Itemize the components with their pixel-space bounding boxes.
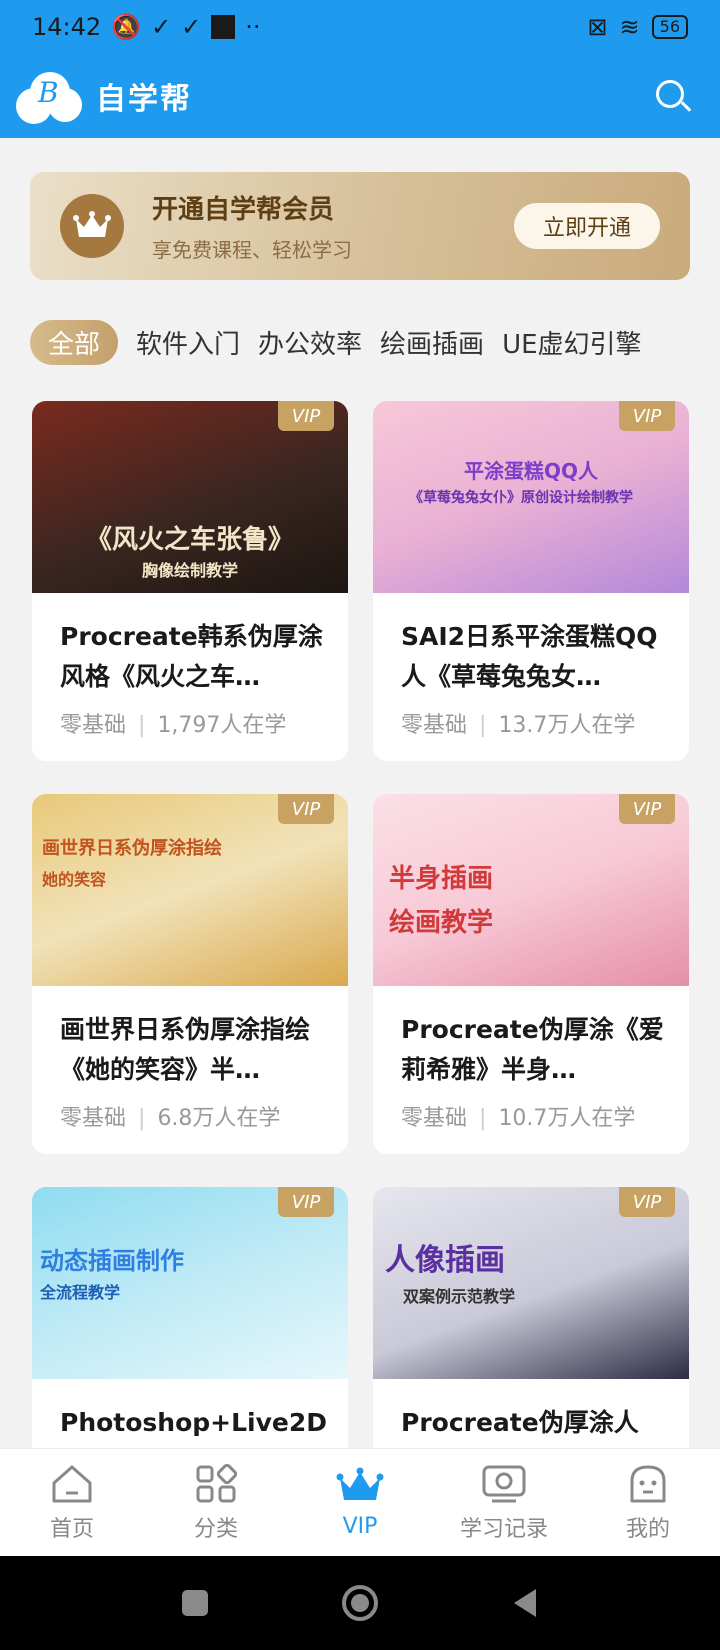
course-level: 零基础 bbox=[60, 713, 127, 738]
course-thumbnail: 人像插画 双案例示范教学 VIP bbox=[373, 1187, 689, 1379]
system-nav-bar bbox=[0, 1556, 720, 1650]
course-meta: 零基础 | 6.8万人在学 bbox=[60, 1106, 281, 1131]
crown-icon bbox=[60, 194, 124, 258]
search-icon[interactable] bbox=[652, 76, 692, 116]
course-thumbnail: 画世界日系伪厚涂指绘 她的笑容 VIP bbox=[32, 794, 348, 986]
thumb-caption: 动态插画制作 bbox=[40, 1247, 184, 1275]
course-card[interactable]: 画世界日系伪厚涂指绘 她的笑容 VIP 画世界日系伪厚涂指绘《她的笑容》半… 零… bbox=[32, 794, 348, 1154]
check-icon: ✓ bbox=[151, 13, 172, 41]
course-title: Photoshop+Live2D bbox=[60, 1408, 328, 1437]
thumb-subcaption: 全流程教学 bbox=[40, 1283, 121, 1302]
course-card[interactable]: 半身插画 绘画教学 VIP Procreate伪厚涂《爱莉希雅》半身… 零基础 |… bbox=[373, 794, 689, 1154]
thumb-subcaption: 《草莓兔兔女仆》原创设计绘制教学 bbox=[409, 490, 633, 506]
vip-badge: VIP bbox=[278, 401, 334, 431]
status-time: 14:42 bbox=[32, 13, 102, 41]
course-level: 零基础 bbox=[60, 1106, 127, 1131]
course-learners: 1,797人在学 bbox=[157, 713, 287, 738]
category-tabs: 全部 软件入门 办公效率 绘画插画 UE虚幻引擎 bbox=[30, 318, 642, 366]
course-level: 零基础 bbox=[401, 1106, 468, 1131]
vip-badge: VIP bbox=[278, 1187, 334, 1217]
course-thumbnail: 半身插画 绘画教学 VIP bbox=[373, 794, 689, 986]
banner-subtitle: 享免费课程、轻松学习 bbox=[152, 238, 352, 262]
course-title: Procreate韩系伪厚涂风格《风火之车… bbox=[60, 622, 323, 691]
banner-title: 开通自学帮会员 bbox=[152, 195, 335, 225]
thumb-subcaption: 绘画教学 bbox=[389, 908, 494, 938]
nav-history-label: 学习记录 bbox=[459, 1516, 548, 1542]
nav-profile-label: 我的 bbox=[625, 1516, 670, 1542]
thumb-subcaption: 双案例示范教学 bbox=[403, 1287, 516, 1306]
bottom-nav: 首页 分类 VIP 学习记录 我的 bbox=[0, 1448, 720, 1556]
app-bar: B 自学帮 bbox=[0, 64, 720, 128]
mute-icon: 🔕 bbox=[111, 13, 142, 41]
category-icon bbox=[196, 1463, 238, 1502]
nav-vip[interactable]: VIP bbox=[288, 1449, 432, 1556]
thumb-caption: 平涂蛋糕QQ人 bbox=[463, 459, 598, 483]
back-button[interactable] bbox=[510, 1587, 540, 1619]
vip-badge: VIP bbox=[619, 401, 675, 431]
course-meta: 零基础 | 1,797人在学 bbox=[60, 713, 287, 738]
thumb-subcaption: 她的笑容 bbox=[42, 870, 107, 889]
status-left: 14:42 🔕 ✓ ✓ ·· bbox=[32, 13, 261, 41]
thumb-caption: 画世界日系伪厚涂指绘 bbox=[42, 838, 222, 859]
course-meta: 零基础 | 13.7万人在学 bbox=[401, 713, 636, 738]
app-title: 自学帮 bbox=[96, 82, 192, 117]
nav-vip-label: VIP bbox=[342, 1514, 378, 1539]
logo-letter: B bbox=[38, 76, 59, 109]
thumb-subcaption: 胸像绘制教学 bbox=[141, 561, 238, 580]
notification-icon bbox=[211, 15, 236, 39]
top-bar: 14:42 🔕 ✓ ✓ ·· ⊠ ≋ 56 B 自学帮 bbox=[0, 0, 720, 138]
course-thumbnail: 《风火之车张鲁》 胸像绘制教学 VIP bbox=[32, 401, 348, 593]
nav-profile[interactable]: 我的 bbox=[576, 1449, 720, 1556]
home-button[interactable] bbox=[340, 1583, 380, 1623]
history-icon bbox=[482, 1465, 526, 1502]
tab-ue[interactable]: UE虚幻引擎 bbox=[502, 324, 641, 361]
sim-icon: ⊠ bbox=[587, 13, 608, 41]
recents-button[interactable] bbox=[180, 1588, 210, 1618]
course-meta: 零基础 | 10.7万人在学 bbox=[401, 1106, 636, 1131]
nav-history[interactable]: 学习记录 bbox=[432, 1449, 576, 1556]
thumb-caption: 《风火之车张鲁》 bbox=[85, 525, 294, 555]
nav-home-label: 首页 bbox=[49, 1516, 94, 1542]
tab-office[interactable]: 办公效率 bbox=[258, 324, 362, 361]
vip-badge: VIP bbox=[619, 1187, 675, 1217]
home-icon bbox=[52, 1465, 92, 1502]
course-card[interactable]: 平涂蛋糕QQ人 《草莓兔兔女仆》原创设计绘制教学 VIP SAI2日系平涂蛋糕Q… bbox=[373, 401, 689, 761]
vip-badge: VIP bbox=[619, 794, 675, 824]
thumb-caption: 人像插画 bbox=[385, 1243, 505, 1278]
course-title: SAI2日系平涂蛋糕QQ人《草莓兔兔女… bbox=[401, 622, 658, 691]
screen: 14:42 🔕 ✓ ✓ ·· ⊠ ≋ 56 B 自学帮 开通自学帮会员 享免费课… bbox=[0, 0, 720, 1650]
check-icon: ✓ bbox=[181, 13, 202, 41]
crown-icon bbox=[336, 1467, 384, 1500]
more-dots: ·· bbox=[245, 13, 261, 41]
status-bar: 14:42 🔕 ✓ ✓ ·· ⊠ ≋ 56 bbox=[0, 0, 720, 54]
profile-icon bbox=[630, 1465, 666, 1502]
nav-category-label: 分类 bbox=[193, 1516, 238, 1542]
course-thumbnail: 平涂蛋糕QQ人 《草莓兔兔女仆》原创设计绘制教学 VIP bbox=[373, 401, 689, 593]
vip-badge: VIP bbox=[278, 794, 334, 824]
course-thumbnail: 动态插画制作 全流程教学 VIP bbox=[32, 1187, 348, 1379]
course-card[interactable]: 《风火之车张鲁》 胸像绘制教学 VIP Procreate韩系伪厚涂风格《风火之… bbox=[32, 401, 348, 761]
status-right: ⊠ ≋ 56 bbox=[587, 13, 688, 41]
course-title: Procreate伪厚涂《爱莉希雅》半身… bbox=[401, 1015, 664, 1084]
app-logo: B bbox=[16, 68, 82, 124]
wifi-icon: ≋ bbox=[619, 13, 640, 41]
course-title: Procreate伪厚涂人 bbox=[401, 1408, 639, 1437]
tab-painting[interactable]: 绘画插画 bbox=[380, 324, 484, 361]
course-level: 零基础 bbox=[401, 713, 468, 738]
thumb-caption: 半身插画 bbox=[389, 864, 494, 894]
banner-text: 开通自学帮会员 享免费课程、轻松学习 bbox=[152, 189, 352, 263]
course-learners: 10.7万人在学 bbox=[498, 1106, 636, 1131]
tab-software[interactable]: 软件入门 bbox=[136, 324, 240, 361]
open-membership-button[interactable]: 立即开通 bbox=[514, 203, 660, 249]
course-learners: 13.7万人在学 bbox=[498, 713, 636, 738]
course-learners: 6.8万人在学 bbox=[157, 1106, 281, 1131]
tab-all[interactable]: 全部 bbox=[30, 319, 119, 365]
nav-category[interactable]: 分类 bbox=[144, 1449, 288, 1556]
course-title: 画世界日系伪厚涂指绘《她的笑容》半… bbox=[60, 1015, 311, 1084]
vip-banner[interactable]: 开通自学帮会员 享免费课程、轻松学习 立即开通 bbox=[30, 172, 690, 280]
nav-home[interactable]: 首页 bbox=[0, 1449, 144, 1556]
battery-icon: 56 bbox=[651, 15, 688, 39]
